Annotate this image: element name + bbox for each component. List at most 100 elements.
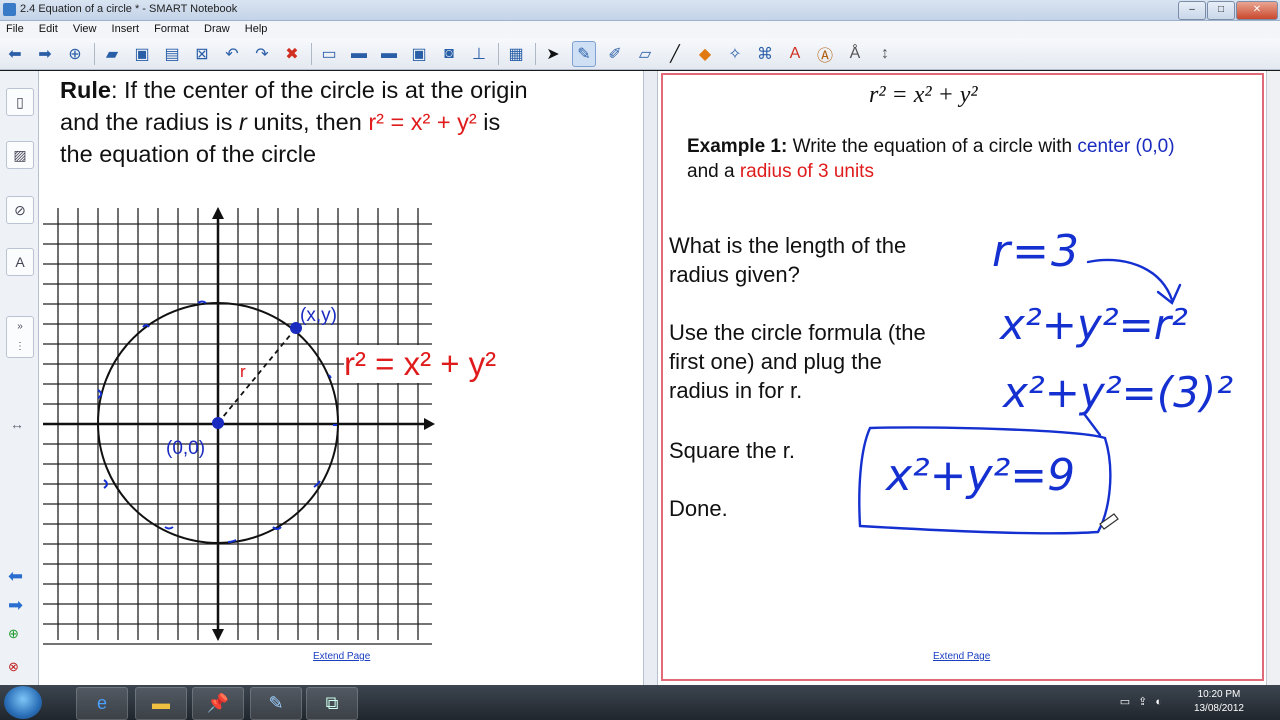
next-page-icon[interactable]: ➡ — [8, 595, 23, 616]
hand-answer: x²+y²=9 — [886, 450, 1076, 501]
camera-icon[interactable]: ◙ — [438, 42, 460, 66]
graph-origin-label: (0,0) — [166, 438, 206, 459]
creative-pen-icon[interactable]: ✐ — [604, 42, 626, 66]
magic-pen-icon[interactable]: ✧ — [724, 42, 746, 66]
taskbar-notebook-icon[interactable]: ✎ — [250, 687, 302, 720]
properties-icon[interactable]: Ⓐ — [814, 42, 836, 66]
smart-notebook-icon — [3, 3, 16, 16]
hand-formula: x²+y²=r² — [1000, 300, 1188, 349]
display-icon[interactable]: ▬ — [378, 42, 400, 66]
delete-page-icon[interactable]: ⊠ — [191, 42, 213, 66]
add-page-icon[interactable]: ⊕ — [64, 42, 86, 66]
addons-icon[interactable]: » ⋮ — [6, 316, 34, 358]
rule-text-4: is — [476, 109, 501, 135]
taskbar-app-icon[interactable]: ⧉ — [306, 687, 358, 720]
toolbar-separator — [535, 42, 536, 65]
close-button[interactable]: ✕ — [1236, 1, 1278, 20]
graph-equation: r² = x² + y² — [344, 345, 497, 383]
clock-date: 13/08/2012 — [1193, 703, 1244, 714]
step-1-line-2: radius given? — [669, 262, 800, 287]
step-2-line-1: Use the circle formula (the — [669, 320, 926, 345]
add-page-side-icon[interactable]: ⊕ — [8, 626, 19, 642]
text-icon[interactable]: A — [784, 42, 806, 66]
window-controls: – □ ✕ — [1178, 1, 1278, 20]
page-divider — [643, 71, 658, 685]
minimize-button[interactable]: – — [1178, 1, 1206, 20]
screen-shade-icon[interactable]: ▭ — [318, 42, 340, 66]
taskbar-pin-icon[interactable]: 📌 — [192, 687, 244, 720]
step-2-line-2: first one) and plug the — [669, 349, 882, 374]
example-radius: radius of 3 units — [739, 161, 874, 182]
example-label: Example 1: — [687, 136, 788, 157]
start-button[interactable] — [4, 686, 42, 719]
hand-r-equals-3: r=3 — [992, 226, 1081, 277]
delete-page-side-icon[interactable]: ⊗ — [8, 659, 19, 675]
line-icon[interactable]: ╱ — [664, 42, 686, 66]
example-1: Example 1: Write the equation of a circl… — [687, 134, 1257, 184]
forward-arrow-icon[interactable]: ➡ — [34, 42, 56, 66]
rule-origin: origin — [470, 77, 528, 103]
menu-format[interactable]: Format — [148, 21, 195, 35]
example-text-2: and a — [687, 161, 740, 182]
step-1-line-1: What is the length of the — [669, 233, 907, 258]
shapes-icon[interactable]: ◆ — [694, 42, 716, 66]
step-2-line-3: radius in for r. — [669, 378, 803, 403]
gallery-icon[interactable]: ▨ — [6, 141, 34, 169]
toolbar-move-icon[interactable]: ↕ — [874, 42, 896, 66]
open-folder-icon[interactable]: ▰ — [101, 42, 123, 66]
pen-icon[interactable]: ✎ — [572, 40, 596, 67]
hand-substitution: x²+y²=(3)² — [1003, 368, 1234, 417]
step-3: Square the r. — [669, 438, 795, 463]
delete-icon[interactable]: ✖ — [281, 42, 303, 66]
formula-top: r² = x² + y² — [869, 82, 978, 108]
rule-text-3: units, then — [246, 109, 369, 135]
maximize-button[interactable]: □ — [1207, 1, 1235, 20]
page-sorter-icon[interactable]: ▯ — [6, 88, 34, 116]
menu-edit[interactable]: Edit — [33, 21, 64, 35]
save-icon[interactable]: ▣ — [131, 42, 153, 66]
document-camera-icon[interactable]: ⊥ — [468, 42, 490, 66]
rule-r: r — [238, 109, 247, 135]
properties-tab-icon[interactable]: A — [6, 248, 34, 276]
toolbar-separator — [311, 42, 312, 65]
vertical-scrollbar[interactable] — [1266, 71, 1280, 685]
rule-text-2: and the radius is — [60, 109, 239, 135]
display-icon[interactable]: ▣ — [408, 42, 430, 66]
menu-help[interactable]: Help — [239, 21, 274, 35]
system-tray-icons[interactable]: ▭⇪◐ — [1120, 695, 1170, 708]
toolbar-separator — [94, 42, 95, 65]
graph-radius-label: r — [240, 362, 246, 381]
back-arrow-icon[interactable]: ⬅ — [4, 42, 26, 66]
rule-text-5: the equation of the circle — [60, 141, 317, 167]
menu-insert[interactable]: Insert — [106, 21, 146, 35]
rule-equation: r² = x² + y² — [368, 109, 477, 135]
eraser-icon[interactable]: ▱ — [634, 42, 656, 66]
taskbar-ie-icon[interactable]: e — [76, 687, 128, 720]
extend-page-link-right[interactable]: Extend Page — [933, 651, 990, 662]
extend-page-link-left[interactable]: Extend Page — [313, 651, 370, 662]
attachments-icon[interactable]: ⊘ — [6, 196, 34, 224]
select-icon[interactable]: ➤ — [542, 42, 564, 66]
fill-icon[interactable]: ⌘ — [754, 42, 776, 66]
system-clock[interactable]: 10:20 PM 13/08/2012 — [1194, 688, 1244, 716]
accessibility-icon[interactable]: Å — [844, 42, 866, 66]
previous-page-icon[interactable]: ⬅ — [8, 566, 23, 587]
menu-file[interactable]: File — [0, 21, 30, 35]
menu-draw[interactable]: Draw — [198, 21, 236, 35]
rule-label: Rule — [60, 77, 111, 103]
table-icon[interactable]: ▦ — [505, 42, 527, 66]
display-icon[interactable]: ▬ — [348, 42, 370, 66]
windows-taskbar: e ▬ 📌 ✎ ⧉ ▭⇪◐ 10:20 PM 13/08/2012 — [0, 685, 1280, 720]
undo-icon[interactable]: ↶ — [221, 42, 243, 66]
toolbar-separator — [498, 42, 499, 65]
step-4: Done. — [669, 496, 728, 521]
redo-icon[interactable]: ↷ — [251, 42, 273, 66]
resize-handle-icon[interactable]: ↔ — [10, 416, 24, 432]
toolbar: ⬅ ➡ ⊕ ▰ ▣ ▤ ⊠ ↶ ↷ ✖ ▭ ▬ ▬ ▣ ◙ ⊥ ▦ ➤ ✎ ✐ … — [0, 38, 1280, 70]
window-title: 2.4 Equation of a circle * - SMART Noteb… — [20, 3, 238, 15]
menu-view[interactable]: View — [67, 21, 103, 35]
menu-bar: File Edit View Insert Format Draw Help — [0, 21, 1280, 38]
step-2: Use the circle formula (the first one) a… — [669, 318, 926, 405]
paste-icon[interactable]: ▤ — [161, 42, 183, 66]
taskbar-explorer-icon[interactable]: ▬ — [135, 687, 187, 720]
